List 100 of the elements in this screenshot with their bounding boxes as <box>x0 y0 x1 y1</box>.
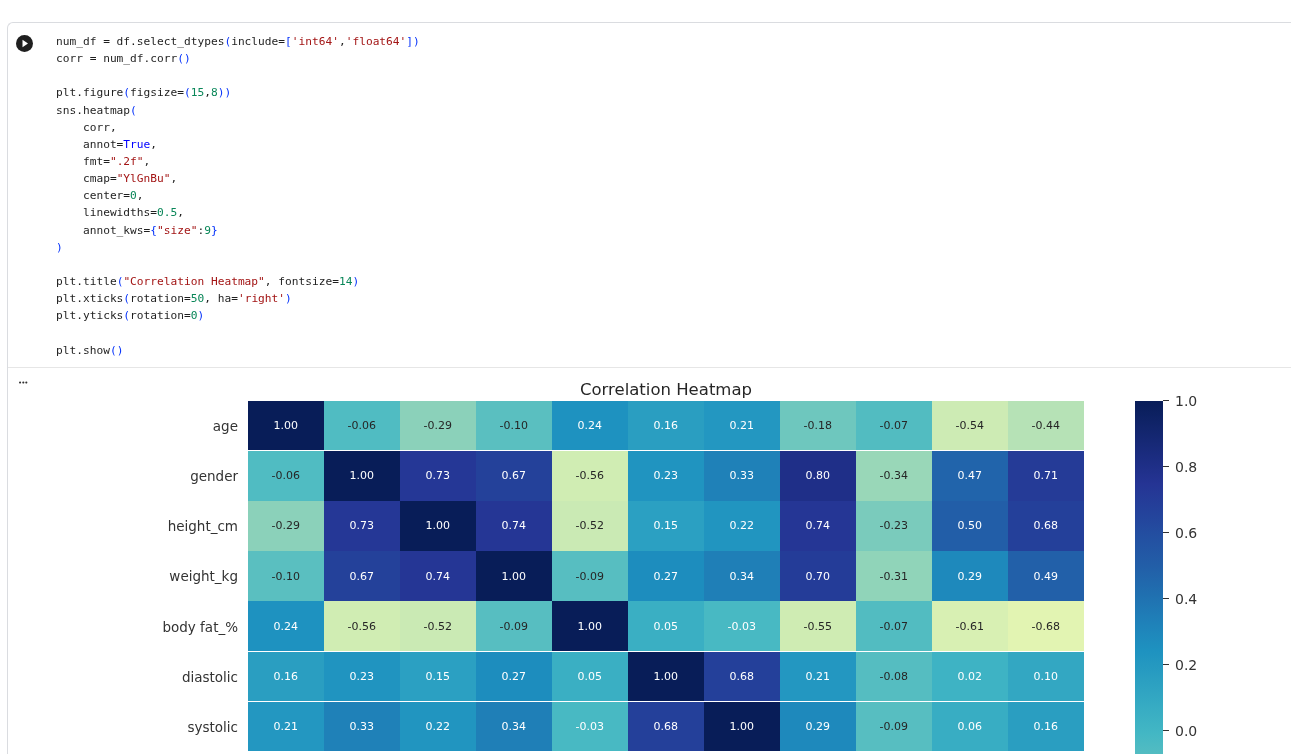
heatmap-cell: -0.09 <box>476 601 552 652</box>
heatmap-cell: 0.74 <box>476 501 552 551</box>
heatmap-cell: 0.74 <box>780 501 856 551</box>
heatmap-cell: -0.23 <box>856 501 932 551</box>
chart-title: Correlation Heatmap <box>579 378 753 401</box>
heatmap-cell: 0.29 <box>932 551 1008 601</box>
heatmap-cell: -0.06 <box>248 450 324 501</box>
heatmap-cell: 0.74 <box>400 551 476 601</box>
heatmap-cell: -0.56 <box>552 450 628 501</box>
heatmap-cell: -0.34 <box>856 450 932 501</box>
code-line: corr, <box>81 119 118 136</box>
heatmap-cell: -0.61 <box>932 601 1008 652</box>
heatmap-cell: -0.06 <box>324 400 400 451</box>
heatmap-cell: 0.16 <box>248 651 324 702</box>
heatmap-cell: -0.52 <box>552 501 628 551</box>
heatmap-cell: -0.44 <box>1008 400 1084 451</box>
heatmap-cell: -0.56 <box>324 601 400 652</box>
row-label: diastolic <box>180 668 239 685</box>
row-label: weight_kg <box>168 568 239 585</box>
row-label: age <box>211 417 239 434</box>
heatmap-cell: -0.52 <box>400 601 476 652</box>
heatmap-cell: 0.67 <box>476 450 552 501</box>
code-line: annot=True, <box>81 136 159 153</box>
heatmap-cell: 0.16 <box>1008 701 1084 752</box>
heatmap-cell: 0.10 <box>1008 651 1084 702</box>
heatmap-cell: 0.68 <box>1008 501 1084 551</box>
heatmap-cell: 0.33 <box>704 450 780 501</box>
code-line: plt.title("Correlation Heatmap", fontsize=14) <box>56 273 361 290</box>
heatmap-cell: 0.70 <box>780 551 856 601</box>
heatmap-cell: -0.68 <box>1008 601 1084 652</box>
heatmap-cell: -0.54 <box>932 400 1008 451</box>
heatmap-cell: 1.00 <box>628 651 704 702</box>
heatmap-cell: 1.00 <box>248 400 324 451</box>
heatmap-cell: 1.00 <box>476 551 552 601</box>
heatmap-cell: 0.80 <box>780 450 856 501</box>
code-line: cmap="YlGnBu", <box>81 171 179 188</box>
heatmap-cell: 0.22 <box>704 501 780 551</box>
heatmap-cell: -0.07 <box>856 400 932 451</box>
heatmap-cell: 0.24 <box>552 400 628 451</box>
heatmap-cell: 0.33 <box>324 701 400 752</box>
heatmap-cell: -0.10 <box>248 551 324 601</box>
row-label: gender <box>189 467 239 484</box>
row-label: height_cm <box>166 518 239 535</box>
heatmap-cell: 0.02 <box>932 651 1008 702</box>
heatmap-cell: 0.05 <box>628 601 704 652</box>
heatmap-cell: 0.71 <box>1008 450 1084 501</box>
heatmap-cell: 0.16 <box>628 400 704 451</box>
code-line: sns.heatmap( <box>56 102 138 119</box>
heatmap-cell: -0.03 <box>704 601 780 652</box>
heatmap-cell: 0.27 <box>628 551 704 601</box>
heatmap-cell: 0.21 <box>704 400 780 451</box>
code-line: plt.yticks(rotation=0) <box>56 308 206 325</box>
heatmap-cell: -0.07 <box>856 601 932 652</box>
heatmap-cell: 0.21 <box>780 651 856 702</box>
heatmap-cell: 0.49 <box>1008 551 1084 601</box>
heatmap-cell: -0.09 <box>856 701 932 752</box>
code-line: linewidths=0.5, <box>81 205 185 222</box>
heatmap-cell: 0.15 <box>628 501 704 551</box>
heatmap-cell: 0.34 <box>704 551 780 601</box>
heatmap-cell: -0.10 <box>476 400 552 451</box>
heatmap-cell: 1.00 <box>324 450 400 501</box>
heatmap-cell: -0.29 <box>400 400 476 451</box>
code-line: plt.figure(figsize=(15,8)) <box>56 85 233 102</box>
heatmap-cell: -0.03 <box>552 701 628 752</box>
code-line: center=0, <box>81 188 145 205</box>
heatmap-cell: 0.47 <box>932 450 1008 501</box>
heatmap-cell: 0.73 <box>400 450 476 501</box>
heatmap-cell: 0.67 <box>324 551 400 601</box>
heatmap-cell: 0.34 <box>476 701 552 752</box>
heatmap-cell: 0.68 <box>704 651 780 702</box>
heatmap-cell: 0.73 <box>324 501 400 551</box>
heatmap-cell: 1.00 <box>400 501 476 551</box>
heatmap-cell: 1.00 <box>704 701 780 752</box>
heatmap-cell: 0.50 <box>932 501 1008 551</box>
code-line: fmt=".2f", <box>81 154 152 170</box>
heatmap-cell: -0.09 <box>552 551 628 601</box>
run-button[interactable] <box>16 35 33 52</box>
heatmap-cell: 0.68 <box>628 701 704 752</box>
play-icon <box>16 35 33 52</box>
heatmap-cell: 0.15 <box>400 651 476 702</box>
heatmap-cell: 0.05 <box>552 651 628 702</box>
heatmap-cell: -0.08 <box>856 651 932 702</box>
heatmap-cell: 0.23 <box>628 450 704 501</box>
heatmap-cell: 0.06 <box>932 701 1008 752</box>
heatmap-cell: -0.55 <box>780 601 856 652</box>
code-line: ) <box>56 239 64 256</box>
heatmap-cell: 1.00 <box>552 601 628 652</box>
heatmap-cell: 0.21 <box>248 701 324 752</box>
code-line: plt.show() <box>56 342 125 359</box>
heatmap-cell: 0.23 <box>324 651 400 702</box>
heatmap-cell: -0.31 <box>856 551 932 601</box>
code-line: corr = num_df.corr() <box>56 51 192 68</box>
row-label: body fat_% <box>161 618 239 635</box>
heatmap-cell: -0.18 <box>780 400 856 451</box>
heatmap-cell: 0.27 <box>476 651 552 702</box>
heatmap-cell: 0.29 <box>780 701 856 752</box>
row-label: systolic <box>186 718 239 735</box>
heatmap-cell: 0.24 <box>248 601 324 652</box>
code-line: num_df = df.select_dtypes(include=['int64','float64']) <box>56 34 420 50</box>
heatmap-cell: -0.29 <box>248 501 324 551</box>
